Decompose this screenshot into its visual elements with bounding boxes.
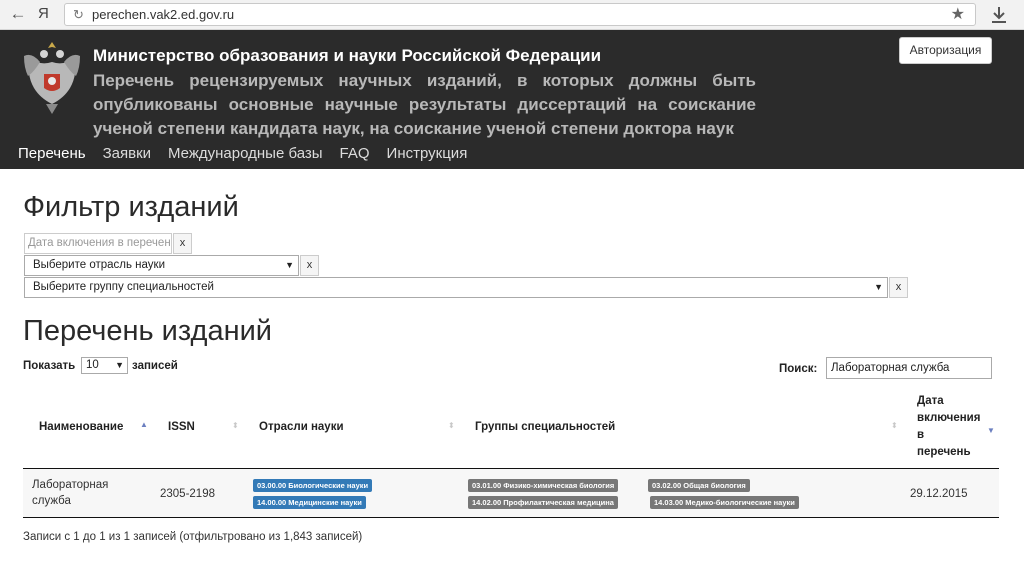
entries-label: записей [132,360,178,372]
column-header-name[interactable]: Наименование [39,419,123,436]
cell-journal-name-line: служба [32,495,71,507]
site-title: Министерство образования и науки Российс… [93,46,602,65]
filter-title: Фильтр изданий [23,191,239,223]
column-header-groups[interactable]: Группы специальностей [475,419,615,436]
sort-desc-icon[interactable]: ▼ [987,426,995,436]
nav-item-international-bases[interactable]: Международные базы [168,144,323,164]
back-arrow-icon[interactable]: ← [8,4,28,24]
clear-date-button[interactable]: x [173,233,192,254]
reload-icon[interactable]: ↻ [73,6,84,24]
science-branch-badge: 03.00.00 Биологические науки [253,479,373,492]
show-label: Показать [23,360,76,372]
date-filter-input[interactable]: Дата включения в перечень [24,233,172,254]
site-subtitle: Перечень рецензируемых научных изданий, … [93,71,756,138]
browser-toolbar: ← Я ↻ perechen.vak2.ed.gov.ru ★ [0,0,1024,30]
download-icon[interactable] [988,4,1010,26]
dropdown-arrow-icon: ▼ [115,360,124,370]
column-header-date-line: перечень [917,446,971,458]
bookmark-star-icon[interactable]: ★ [951,5,965,25]
science-branch-select[interactable]: Выберите отрасль науки ▼ [24,255,299,276]
sort-both-icon[interactable]: ⬍ [232,421,239,431]
column-header-date-line: Дата [917,395,944,407]
page-length-select[interactable]: 10 ▼ [81,357,128,374]
specialty-group-badge: 14.03.00 Медико-биологические науки [650,496,799,509]
nav-item-list[interactable]: Перечень [18,144,86,164]
column-header-date-line: в [917,429,925,441]
specialty-group-badge: 03.01.00 Физико-химическая биология [468,479,619,492]
column-header-branches[interactable]: Отрасли науки [259,419,344,436]
login-button[interactable]: Авторизация [899,37,992,64]
site-header: Министерство образования и науки Российс… [0,30,1024,169]
clear-science-branch-button[interactable]: x [300,255,319,276]
science-branch-select-value: Выберите отрасль науки [33,259,166,271]
cell-journal-name-line: Лабораторная [32,479,109,491]
address-bar[interactable]: ↻ perechen.vak2.ed.gov.ru ★ [64,3,976,26]
specialty-group-badge: 14.02.00 Профилактическая медицина [468,496,618,509]
search-label: Поиск: [779,363,818,375]
dropdown-arrow-icon: ▼ [285,260,294,270]
cell-journal-name[interactable]: Лабораторная служба [32,477,108,509]
specialty-group-select[interactable]: Выберите группу специальностей ▼ [24,277,888,298]
page-length-value: 10 [86,359,99,371]
yandex-button[interactable]: Я [38,4,54,24]
column-header-date[interactable]: Дата включения в перечень [917,393,980,461]
dropdown-arrow-icon: ▼ [874,282,883,292]
main-nav: Перечень Заявки Международные базы FAQ И… [18,144,484,164]
nav-item-instructions[interactable]: Инструкция [387,144,468,164]
science-branch-badge: 14.00.00 Медицинские науки [253,496,366,509]
column-header-date-line: включения [917,412,981,424]
nav-item-faq[interactable]: FAQ [340,144,370,164]
sort-both-icon[interactable]: ⬍ [891,421,898,431]
table-bottom-divider [23,517,999,518]
nav-item-requests[interactable]: Заявки [103,144,151,164]
url-text[interactable]: perechen.vak2.ed.gov.ru [92,7,234,23]
column-header-issn[interactable]: ISSN [168,419,195,436]
specialty-group-badge: 03.02.00 Общая биология [648,479,750,492]
sort-asc-icon[interactable]: ▲ [140,420,148,430]
cell-inclusion-date: 29.12.2015 [910,488,968,500]
list-title: Перечень изданий [23,315,273,347]
clear-specialty-group-button[interactable]: x [889,277,908,298]
search-input[interactable]: Лабораторная служба [826,357,992,379]
cell-issn: 2305-2198 [160,488,215,500]
table-info: Записи с 1 до 1 из 1 записей (отфильтров… [23,531,363,543]
coat-of-arms-logo[interactable] [22,38,82,116]
specialty-group-select-value: Выберите группу специальностей [33,281,214,293]
sort-both-icon[interactable]: ⬍ [448,421,455,431]
